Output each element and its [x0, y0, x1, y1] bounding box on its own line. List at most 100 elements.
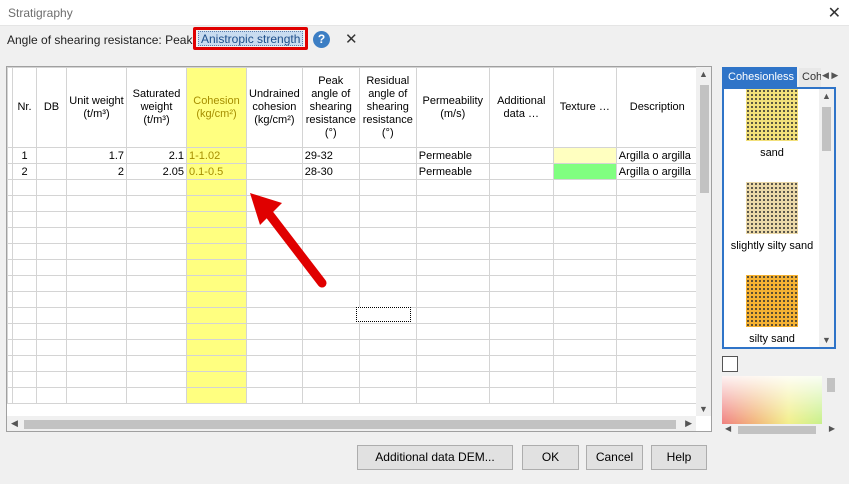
table-cell[interactable]	[552, 323, 617, 340]
table-cell[interactable]	[246, 307, 303, 324]
scroll-thumb[interactable]	[822, 107, 831, 151]
table-cell[interactable]	[36, 323, 67, 340]
table-cell[interactable]	[186, 339, 247, 356]
table-cell[interactable]	[66, 243, 127, 260]
table-cell[interactable]	[301, 339, 360, 356]
table-cell[interactable]	[615, 179, 699, 196]
cancel-button[interactable]: Cancel	[586, 445, 643, 470]
table-cell[interactable]	[301, 323, 360, 340]
table-cell[interactable]	[126, 387, 187, 404]
table-cell[interactable]	[36, 243, 67, 260]
table-cell[interactable]	[415, 243, 490, 260]
table-cell[interactable]	[12, 387, 37, 404]
table-cell[interactable]	[301, 307, 360, 324]
texture-item[interactable]: silty sand	[724, 275, 820, 345]
table-cell[interactable]	[246, 371, 303, 388]
table-cell[interactable]	[66, 227, 127, 244]
table-cell-residual-angle[interactable]	[358, 147, 417, 164]
table-cell[interactable]	[66, 275, 127, 292]
table-cell-peak-angle[interactable]: 29-32	[301, 147, 360, 164]
texture-item[interactable]: slightly silty sand	[724, 182, 820, 252]
table-cell[interactable]	[358, 259, 417, 276]
table-cell[interactable]	[66, 195, 127, 212]
table-cell[interactable]	[126, 195, 187, 212]
table-cell[interactable]	[186, 307, 247, 324]
table-cell[interactable]	[126, 355, 187, 372]
scroll-right-icon[interactable]: ▶	[685, 418, 692, 429]
texture-list[interactable]: sand slightly silty sand silty sand ▲ ▼	[722, 87, 836, 349]
table-cell[interactable]	[12, 355, 37, 372]
table-cell[interactable]	[12, 371, 37, 388]
table-cell[interactable]	[358, 211, 417, 228]
table-cell[interactable]	[552, 371, 617, 388]
table-cell[interactable]	[12, 291, 37, 308]
table-cell-undrained-cohesion[interactable]	[246, 163, 303, 180]
column-header[interactable]: Permeability (m/s)	[415, 67, 490, 148]
grid-horizontal-scrollbar[interactable]: ◀ ▶	[7, 416, 696, 431]
table-cell[interactable]	[12, 339, 37, 356]
table-cell[interactable]	[66, 339, 127, 356]
table-cell[interactable]	[552, 339, 617, 356]
table-cell[interactable]	[358, 195, 417, 212]
table-cell[interactable]	[66, 291, 127, 308]
table-cell-db[interactable]	[36, 163, 67, 180]
table-cell[interactable]	[186, 371, 247, 388]
column-header[interactable]: Cohesion (kg/cm²)	[186, 67, 247, 148]
scroll-thumb[interactable]	[738, 426, 816, 434]
table-cell[interactable]	[126, 291, 187, 308]
scroll-left-icon[interactable]: ◀	[725, 424, 731, 433]
table-cell[interactable]	[186, 275, 247, 292]
table-cell[interactable]	[415, 355, 490, 372]
table-cell[interactable]	[66, 323, 127, 340]
tab-cohesionless[interactable]: Cohesionless	[722, 67, 797, 87]
table-cell[interactable]	[615, 291, 699, 308]
table-cell[interactable]	[186, 355, 247, 372]
table-cell[interactable]	[12, 259, 37, 276]
table-cell[interactable]	[12, 243, 37, 260]
table-cell-additional[interactable]	[488, 147, 554, 164]
table-cell[interactable]	[615, 227, 699, 244]
scroll-thumb[interactable]	[700, 85, 709, 193]
table-cell[interactable]	[552, 275, 617, 292]
table-cell[interactable]	[615, 355, 699, 372]
table-cell[interactable]	[488, 371, 554, 388]
table-cell[interactable]	[36, 195, 67, 212]
table-row-empty[interactable]	[7, 291, 699, 308]
scroll-up-icon[interactable]: ▲	[822, 91, 831, 101]
table-cell[interactable]	[66, 371, 127, 388]
table-row[interactable]: 1 1.7 2.1 1-1.02 29-32 Permeable Argilla o arg…	[7, 147, 699, 164]
table-cell[interactable]	[66, 307, 127, 324]
table-cell[interactable]	[186, 179, 247, 196]
table-cell[interactable]	[186, 387, 247, 404]
table-cell[interactable]	[36, 291, 67, 308]
table-cell-cohesion[interactable]: 1-1.02	[186, 147, 247, 164]
table-cell[interactable]	[358, 243, 417, 260]
table-cell[interactable]	[488, 355, 554, 372]
table-row-empty[interactable]	[7, 355, 699, 372]
scroll-thumb[interactable]	[24, 420, 676, 429]
table-cell[interactable]	[246, 355, 303, 372]
table-cell[interactable]	[488, 195, 554, 212]
table-cell[interactable]	[12, 307, 37, 324]
texture-vertical-scrollbar[interactable]: ▲ ▼	[819, 89, 834, 347]
table-row-empty[interactable]	[7, 339, 699, 356]
table-cell-nr[interactable]: 2	[12, 163, 37, 180]
table-cell[interactable]	[488, 339, 554, 356]
table-cell[interactable]	[186, 243, 247, 260]
table-cell[interactable]	[488, 275, 554, 292]
table-row-empty[interactable]	[7, 211, 699, 228]
table-cell[interactable]	[358, 387, 417, 404]
table-cell[interactable]	[415, 179, 490, 196]
table-cell[interactable]	[415, 371, 490, 388]
table-cell[interactable]	[415, 195, 490, 212]
table-cell[interactable]	[358, 275, 417, 292]
anisotropic-strength-link[interactable]: Anistropic strength	[198, 31, 304, 46]
table-cell[interactable]	[552, 195, 617, 212]
table-cell[interactable]	[186, 211, 247, 228]
table-row-empty[interactable]	[7, 323, 699, 340]
table-cell-description[interactable]: Argilla o argilla	[615, 147, 699, 164]
table-cell[interactable]	[358, 227, 417, 244]
scroll-right-icon[interactable]: ▶	[829, 424, 835, 433]
table-cell-undrained-cohesion[interactable]	[246, 147, 303, 164]
table-cell[interactable]	[126, 259, 187, 276]
